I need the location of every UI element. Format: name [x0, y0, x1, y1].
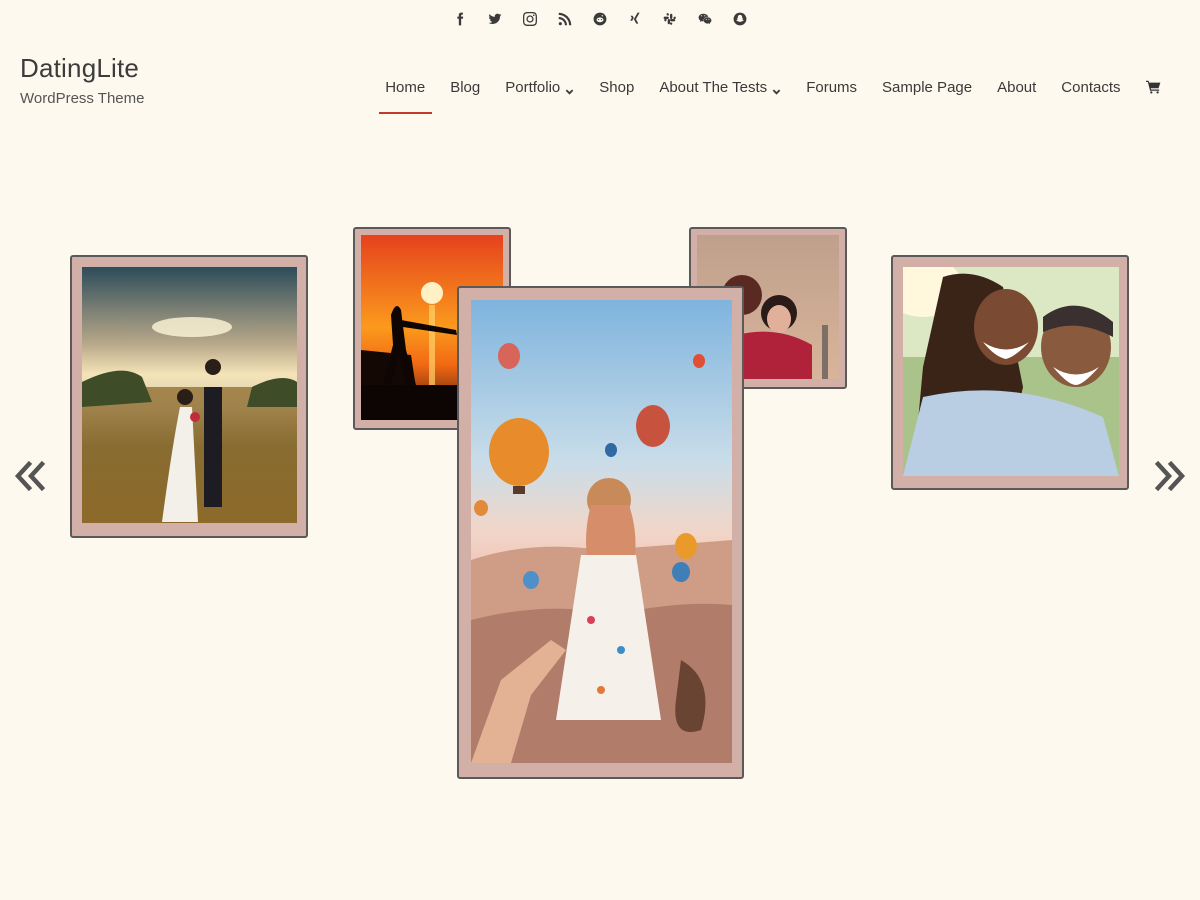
xing-icon[interactable]	[626, 10, 644, 28]
nav-item-shop[interactable]: Shop	[587, 76, 647, 98]
double-chevron-right-icon	[1154, 460, 1186, 492]
photo-smiling-couple[interactable]	[891, 255, 1129, 490]
nav-item-portfolio[interactable]: Portfolio	[493, 76, 587, 98]
twitter-icon[interactable]	[486, 10, 504, 28]
photo-hot-air-balloons[interactable]	[457, 286, 744, 779]
snapchat-icon[interactable]	[731, 10, 749, 28]
chevron-down-icon	[565, 83, 574, 95]
instagram-icon[interactable]	[521, 10, 539, 28]
nav-item-about-the-tests[interactable]: About The Tests	[647, 76, 794, 98]
social-bar	[0, 10, 1200, 28]
facebook-icon[interactable]	[451, 10, 469, 28]
double-chevron-left-icon	[14, 460, 46, 492]
nav-item-contacts[interactable]: Contacts	[1049, 76, 1133, 98]
nav-item-label: Home	[385, 78, 426, 96]
nav-item-label: About	[997, 78, 1037, 96]
wedding-photo-image	[82, 267, 297, 523]
balloons-photo-image	[471, 300, 732, 763]
site-tagline: WordPress Theme	[20, 90, 145, 107]
nav-item-about[interactable]: About	[985, 76, 1049, 98]
nav-item-label: Contacts	[1061, 78, 1121, 96]
reddit-icon[interactable]	[591, 10, 609, 28]
gallery-prev-button[interactable]	[14, 458, 48, 494]
nav-item-forums[interactable]: Forums	[794, 76, 870, 98]
gallery-next-button[interactable]	[1152, 458, 1186, 494]
nav-item-label: Forums	[806, 78, 858, 96]
site-title[interactable]: DatingLite	[20, 53, 139, 84]
nav-item-sample-page[interactable]: Sample Page	[870, 76, 985, 98]
couple-photo-image	[903, 267, 1119, 476]
chevron-down-icon	[772, 83, 781, 95]
nav-item-label: Blog	[450, 78, 481, 96]
slack-icon[interactable]	[661, 10, 679, 28]
photo-wedding-couple[interactable]	[70, 255, 308, 538]
page: DatingLite WordPress Theme Home Blog Por…	[0, 0, 1200, 900]
rss-icon[interactable]	[556, 10, 574, 28]
nav-item-label: Shop	[599, 78, 635, 96]
shopping-cart-icon[interactable]	[1133, 76, 1173, 98]
nav-item-label: About The Tests	[659, 78, 768, 96]
nav-item-label: Portfolio	[505, 78, 561, 96]
wechat-icon[interactable]	[696, 10, 714, 28]
nav-item-home[interactable]: Home	[373, 76, 438, 114]
main-nav: Home Blog Portfolio Shop About The Tests…	[373, 76, 1173, 114]
nav-item-label: Sample Page	[882, 78, 973, 96]
nav-item-blog[interactable]: Blog	[438, 76, 493, 98]
